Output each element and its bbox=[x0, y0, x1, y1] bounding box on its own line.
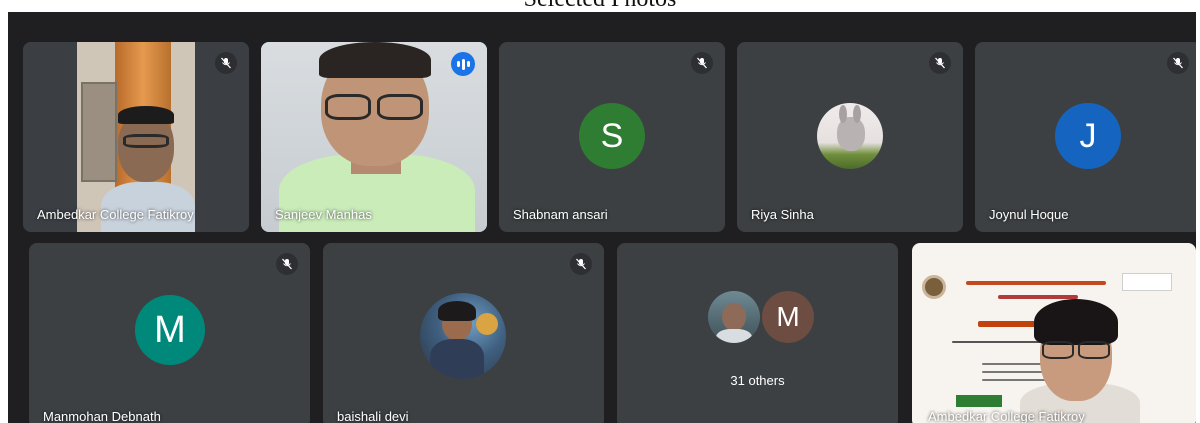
avatar-others-photo bbox=[708, 291, 760, 343]
page-caption: Selected Photos bbox=[0, 0, 1200, 12]
participant-name: Joynul Hoque bbox=[989, 207, 1069, 222]
avatar-person-body bbox=[430, 339, 484, 379]
video-person-hair bbox=[1034, 299, 1118, 345]
video-window bbox=[81, 82, 117, 182]
meeting-grid: Ambedkar College Fatikroy Sanjeev Manhas… bbox=[8, 12, 1196, 423]
avatar: J bbox=[1055, 103, 1121, 169]
participant-tile-riya[interactable]: Riya Sinha bbox=[737, 42, 963, 232]
participant-tile-others[interactable]: M 31 others bbox=[617, 243, 898, 423]
video-person-glasses-right bbox=[377, 94, 423, 120]
avatar-bunny-ear bbox=[839, 105, 847, 123]
video-person-hair bbox=[118, 106, 174, 124]
participant-name: Ambedkar College Fatikroy bbox=[928, 409, 1085, 423]
participant-tile-sanjeev[interactable]: Sanjeev Manhas bbox=[261, 42, 487, 232]
slide-green-banner bbox=[956, 395, 1002, 407]
avatar: S bbox=[579, 103, 645, 169]
participant-tile-ambedkar-top[interactable]: Ambedkar College Fatikroy bbox=[23, 42, 249, 232]
avatar-bunny-ear bbox=[853, 105, 861, 123]
avatar-person-face bbox=[722, 303, 746, 331]
participant-name: Riya Sinha bbox=[751, 207, 814, 222]
avatar-others-initial: M bbox=[762, 291, 814, 343]
mic-off-icon bbox=[570, 253, 592, 275]
participant-tile-ambedkar-bottom[interactable]: Ambedkar College Fatikroy bbox=[912, 243, 1196, 423]
participant-name: Ambedkar College Fatikroy bbox=[37, 207, 194, 222]
participant-tile-shabnam[interactable]: S Shabnam ansari bbox=[499, 42, 725, 232]
participant-tile-baishali[interactable]: baishali devi bbox=[323, 243, 604, 423]
avatar-background-decoration bbox=[476, 313, 498, 335]
participant-tile-manmohan[interactable]: M Manmohan Debnath bbox=[29, 243, 310, 423]
participant-name: baishali devi bbox=[337, 409, 409, 423]
audio-level-icon bbox=[451, 52, 475, 76]
participant-name: Sanjeev Manhas bbox=[275, 207, 372, 222]
mic-off-icon bbox=[276, 253, 298, 275]
video-person-glasses bbox=[123, 134, 169, 148]
video-person-hair bbox=[319, 42, 431, 78]
others-count: 31 others bbox=[730, 373, 785, 388]
avatar: M bbox=[135, 295, 205, 365]
mic-off-icon bbox=[691, 52, 713, 74]
eict-logo-icon bbox=[1122, 273, 1172, 291]
caption-text: Selected Photos bbox=[0, 0, 1200, 12]
avatar bbox=[817, 103, 883, 169]
avatar-person-hair bbox=[438, 301, 476, 321]
participant-name: Shabnam ansari bbox=[513, 207, 608, 222]
mic-off-icon bbox=[1167, 52, 1189, 74]
college-logo-icon bbox=[922, 275, 946, 299]
avatar bbox=[420, 293, 506, 379]
slide-title-line bbox=[966, 281, 1106, 285]
video-person-glasses-left bbox=[1042, 341, 1074, 359]
video-person-glasses-right bbox=[1078, 341, 1110, 359]
video-feed bbox=[23, 42, 249, 232]
video-person-glasses-left bbox=[325, 94, 371, 120]
avatar-person-body bbox=[716, 329, 752, 343]
mic-off-icon bbox=[215, 52, 237, 74]
participant-name: Manmohan Debnath bbox=[43, 409, 161, 423]
mic-off-icon bbox=[929, 52, 951, 74]
slide-line bbox=[998, 295, 1078, 299]
participant-tile-joynul[interactable]: J Joynul Hoque bbox=[975, 42, 1196, 232]
